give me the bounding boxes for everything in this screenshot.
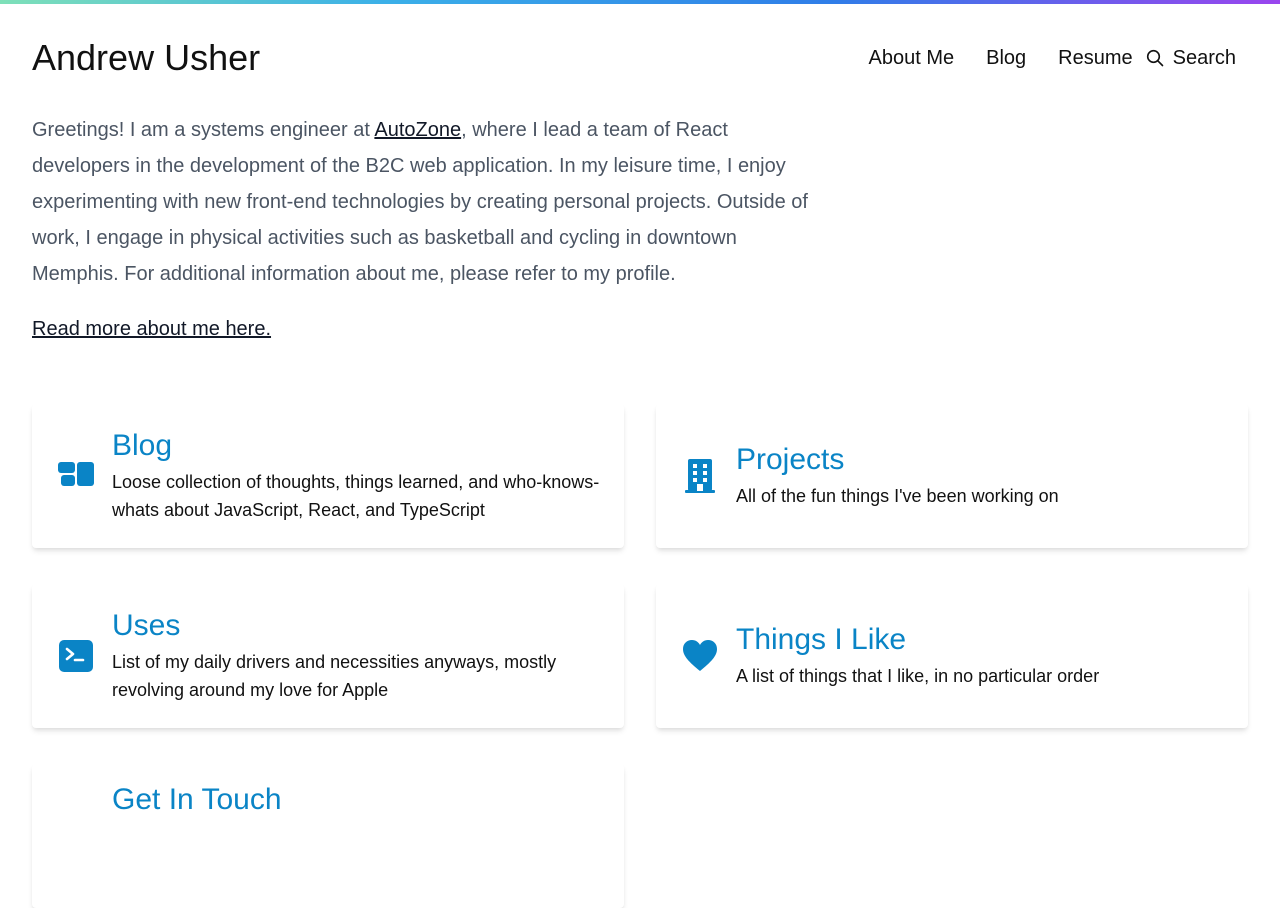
intro-text-after: , where I lead a team of React developer… <box>32 119 808 285</box>
card-projects-title: Projects <box>736 443 845 476</box>
top-gradient-bar <box>0 0 1280 4</box>
card-projects[interactable]: Projects All of the fun things I've been… <box>656 404 1248 548</box>
card-contact-title: Get In Touch <box>112 783 282 816</box>
search-button[interactable]: Search <box>1145 47 1236 70</box>
card-uses-description: List of my daily drivers and necessities… <box>112 652 557 700</box>
card-likes-title: Things I Like <box>736 623 907 656</box>
search-icon <box>1145 48 1165 68</box>
nav-about-link[interactable]: About Me <box>869 47 955 70</box>
nav-resume-link[interactable]: Resume <box>1058 47 1132 70</box>
main-nav: About Me Blog Resume Search <box>869 47 1249 70</box>
nav-blog-link[interactable]: Blog <box>986 47 1026 70</box>
card-contact[interactable]: Get In Touch <box>32 764 624 908</box>
building-icon <box>680 456 720 496</box>
card-blog-description: Loose collection of thoughts, things lea… <box>112 472 600 520</box>
intro-text-before: Greetings! I am a systems engineer at <box>32 119 375 141</box>
card-likes-description: A list of things that I like, in no part… <box>736 666 1100 686</box>
heart-icon <box>680 636 720 676</box>
site-header: Andrew Usher About Me Blog Resume Search <box>32 36 1248 80</box>
card-blog-title: Blog <box>112 429 173 462</box>
card-uses[interactable]: Uses List of my daily drivers and necess… <box>32 584 624 728</box>
terminal-icon <box>56 636 96 676</box>
search-label: Search <box>1172 46 1236 69</box>
read-more-link[interactable]: Read more about me here. <box>32 318 271 341</box>
intro-paragraph: Greetings! I am a systems engineer at Au… <box>32 112 812 292</box>
autozone-link[interactable]: AutoZone <box>374 119 461 141</box>
card-projects-description: All of the fun things I've been working … <box>736 486 1059 506</box>
card-blog[interactable]: Blog Loose collection of thoughts, thing… <box>32 404 624 548</box>
site-title-link[interactable]: Andrew Usher <box>32 37 260 79</box>
card-uses-title: Uses <box>112 609 181 642</box>
card-likes[interactable]: Things I Like A list of things that I li… <box>656 584 1248 728</box>
mail-icon <box>56 782 96 822</box>
dashboard-icon <box>56 456 96 496</box>
